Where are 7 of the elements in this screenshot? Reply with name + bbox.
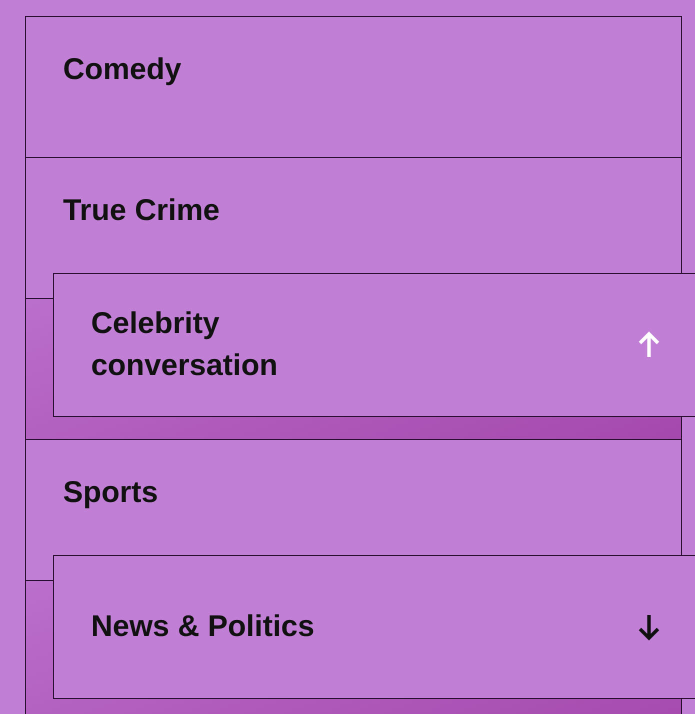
up-arrow-icon[interactable] xyxy=(636,330,662,360)
category-label[interactable]: Sports xyxy=(63,476,158,509)
dragged-category-card[interactable]: News & Politics xyxy=(53,555,695,699)
category-label[interactable]: True Crime xyxy=(63,194,220,227)
category-label[interactable]: Comedy xyxy=(63,53,182,86)
dragged-category-card[interactable]: Celebrity conversation xyxy=(53,273,695,417)
down-arrow-icon[interactable] xyxy=(636,612,662,642)
